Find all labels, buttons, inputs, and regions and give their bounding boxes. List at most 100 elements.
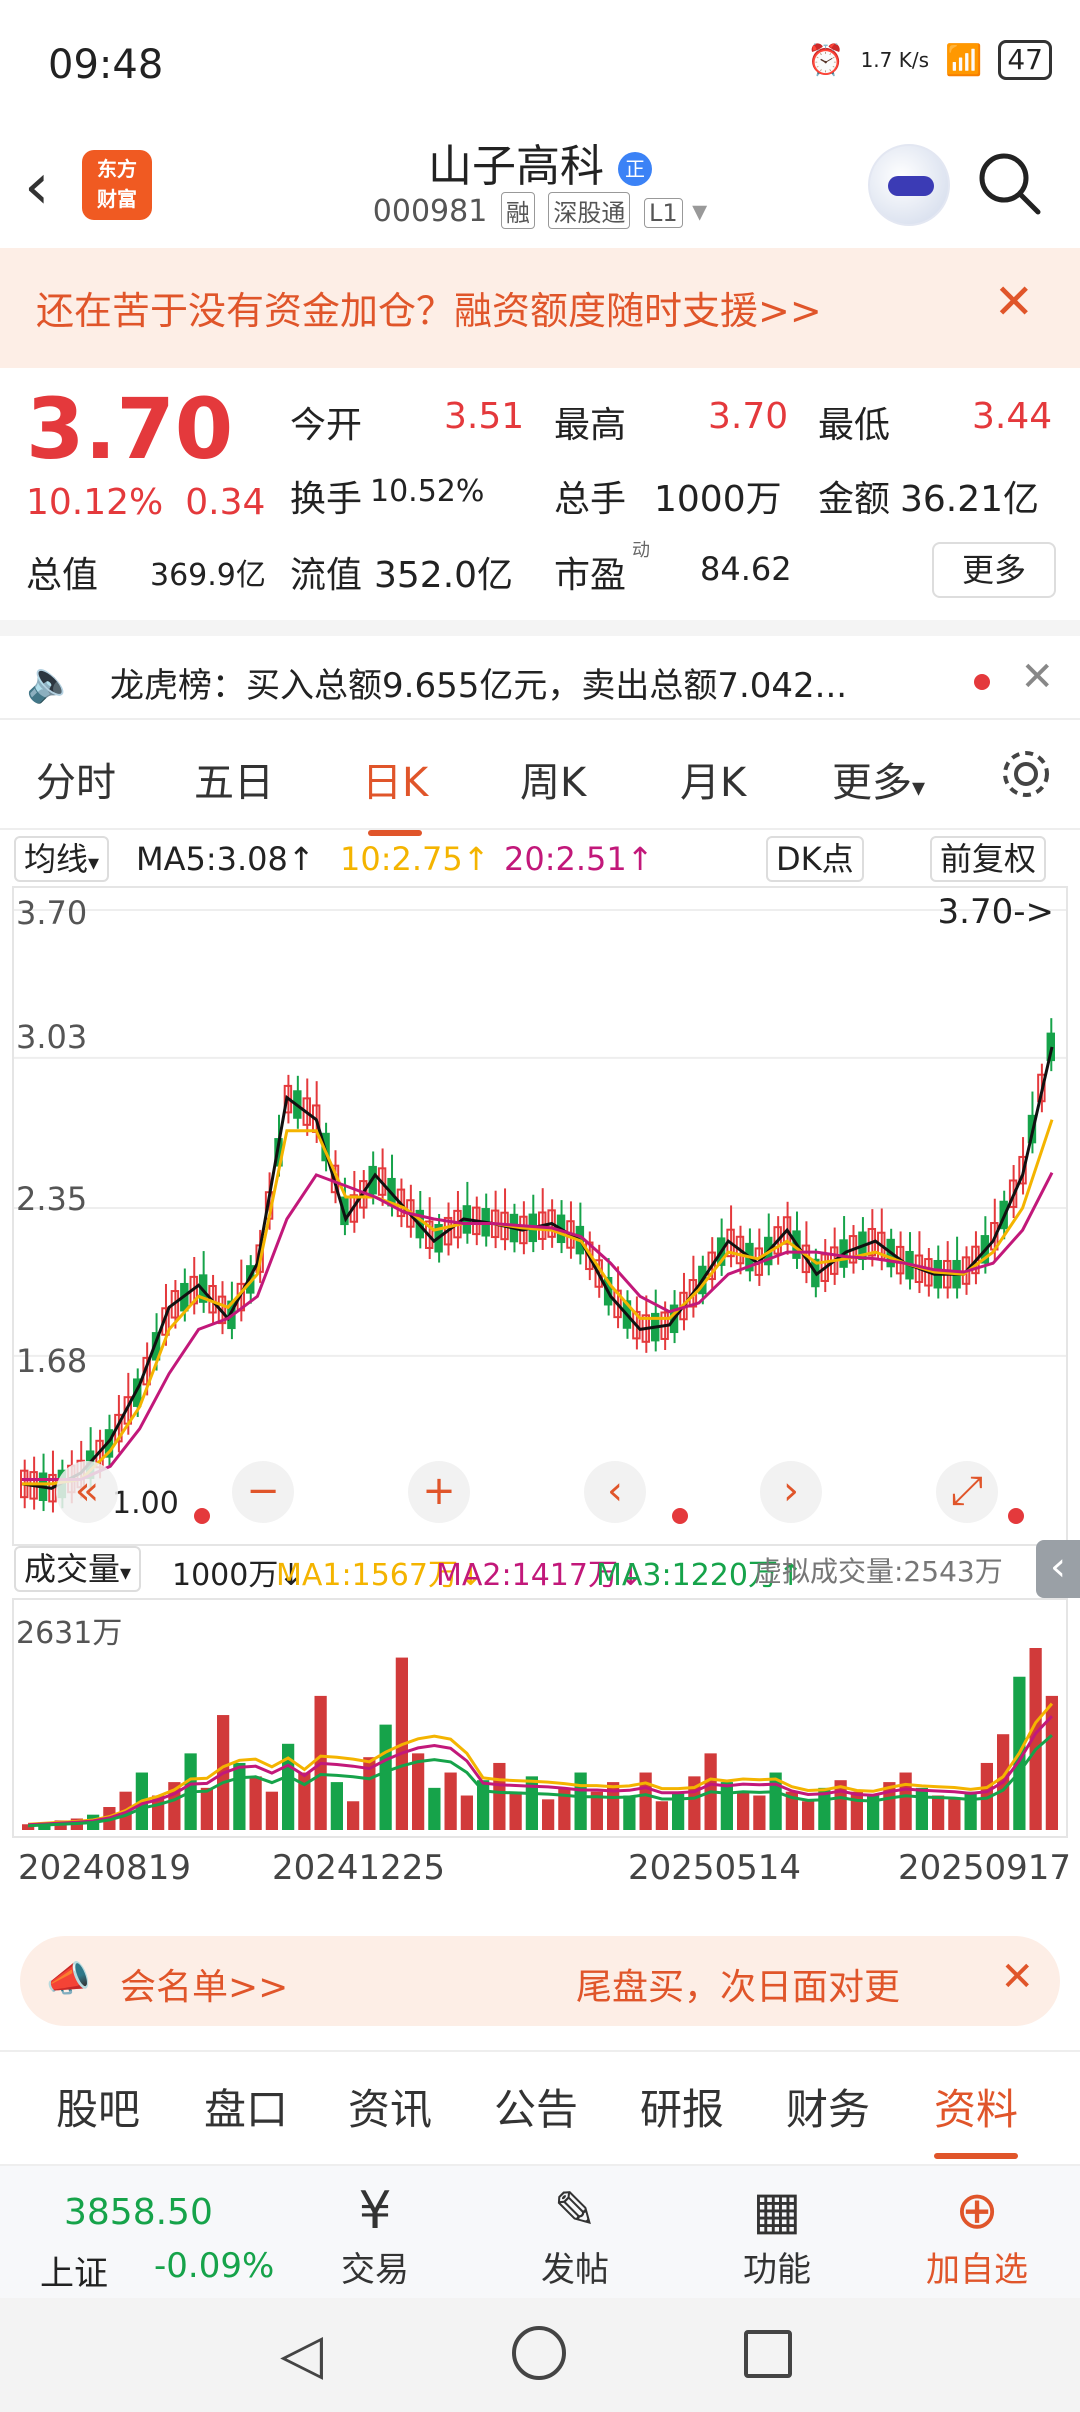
- stock-code: 000981: [372, 194, 488, 229]
- tab-intraday[interactable]: 分时: [36, 750, 116, 808]
- tab-forum[interactable]: 股吧: [56, 2076, 140, 2137]
- tab-orderbook[interactable]: 盘口: [204, 2076, 288, 2137]
- close-icon[interactable]: ✕: [1000, 1954, 1034, 2000]
- volume-bar: [249, 1776, 262, 1830]
- close-icon[interactable]: ✕: [1020, 654, 1054, 700]
- promo-right-text: 尾盘买，次日面对更: [576, 1967, 901, 2008]
- amount-label: 金额: [818, 479, 891, 520]
- chevron-right-icon[interactable]: ›: [760, 1461, 822, 1523]
- volume-ma-line-1: [28, 1702, 1054, 1826]
- tab-weekly-k[interactable]: 周K: [520, 750, 586, 808]
- tab-monthly-k[interactable]: 月K: [680, 750, 746, 808]
- add-watchlist-button[interactable]: ⊕ 加自选: [912, 2180, 1042, 2291]
- volume-bar: [265, 1791, 278, 1830]
- volume-label: 成交量: [24, 1550, 121, 1588]
- trade-icon: ¥: [358, 2181, 392, 2241]
- ma-selector[interactable]: 均线▾: [14, 836, 110, 882]
- more-button[interactable]: 更多: [932, 542, 1056, 598]
- dragon-tiger-notice[interactable]: 🔈 龙虎榜：买入总额9.655亿元，卖出总额7.042... ✕: [0, 620, 1080, 720]
- close-icon[interactable]: ✕: [994, 274, 1034, 330]
- volume-bar: [948, 1799, 961, 1830]
- ma5-value: MA5:3.08↑: [136, 840, 315, 878]
- banner-text: 还在苦于没有资金加仓？融资额度随时支援>>: [36, 289, 822, 333]
- settings-gear-icon[interactable]: [998, 746, 1054, 802]
- wifi-icon: 📶: [945, 42, 983, 78]
- last-price-marker: 3.70->: [937, 892, 1054, 932]
- price-change: 10.12% 0.34: [26, 482, 265, 523]
- post-button[interactable]: ✎ 发帖: [510, 2180, 640, 2291]
- mcap-value: 369.9亿: [150, 558, 266, 593]
- caret-down-icon: ▾: [88, 851, 100, 876]
- collapse-panel-icon[interactable]: ‹: [1036, 1540, 1080, 1598]
- zoom-in-icon[interactable]: +: [408, 1461, 470, 1523]
- promo-ticker[interactable]: 📣 会名单>> 尾盘买，次日面对更 ✕: [20, 1936, 1060, 2026]
- x-axis-dates: 20240819 20241225 20250514 20250917: [0, 1842, 1080, 1902]
- x-date-label: 20241225: [272, 1848, 446, 1888]
- high-label: 最高: [554, 405, 627, 446]
- tab-profile[interactable]: 资料: [934, 2076, 1019, 2159]
- pe-sup: 动: [632, 540, 650, 561]
- low-price-marker: 1.00: [112, 1486, 179, 1521]
- volume-bar: [720, 1782, 733, 1830]
- speaker-icon: 🔈: [26, 659, 76, 705]
- nav-back-icon[interactable]: ◁: [280, 2322, 323, 2387]
- volume-bar: [347, 1801, 360, 1830]
- tab-more-label: 更多: [832, 760, 912, 806]
- turnover-value: 10.52%: [370, 474, 485, 509]
- kline-svg: [12, 886, 1068, 1546]
- nav-recents-icon[interactable]: [744, 2330, 792, 2378]
- search-icon[interactable]: [974, 148, 1044, 218]
- volume-bar: [444, 1772, 457, 1830]
- nav-home-icon[interactable]: [512, 2326, 566, 2380]
- trade-button[interactable]: ¥ 交易: [310, 2180, 440, 2291]
- rewind-icon[interactable]: «: [56, 1461, 118, 1523]
- low-label: 最低: [818, 405, 891, 446]
- volume-max-label: 2631万: [16, 1616, 123, 1651]
- stock-name: 山子高科: [428, 141, 604, 192]
- status-bar: 09:48 ⏰ 1.7 K/s 📶 47: [0, 0, 1080, 130]
- net-speed: 1.7 K/s: [860, 48, 929, 72]
- signal-dot: [672, 1508, 688, 1524]
- volume-bar: [233, 1762, 246, 1830]
- chevron-left-icon[interactable]: ‹: [584, 1461, 646, 1523]
- zoom-out-icon[interactable]: −: [232, 1461, 294, 1523]
- kline-tabs: 分时 五日 日K 周K 月K 更多▾: [0, 720, 1080, 836]
- tab-finance[interactable]: 财务: [786, 2076, 870, 2137]
- volume-chart[interactable]: 2631万: [12, 1598, 1068, 1838]
- volume-bar: [655, 1801, 668, 1830]
- tag-margin: 融: [500, 192, 535, 229]
- virtual-volume: 虚拟成交量:2543万: [754, 1555, 1003, 1588]
- dropdown-icon: ▾: [692, 194, 708, 229]
- kline-chart[interactable]: 3.70 3.03 2.35 1.68 3.70-> 1.00 « − + ‹ …: [12, 886, 1068, 1546]
- volume-ma-line-2: [28, 1715, 1053, 1827]
- financing-banner[interactable]: 还在苦于没有资金加仓？融资额度随时支援>> ✕: [0, 248, 1080, 368]
- alarm-icon: ⏰: [807, 42, 845, 78]
- volume-bar: [964, 1791, 977, 1830]
- tab-news[interactable]: 资讯: [348, 2076, 432, 2137]
- high-value: 3.70: [708, 396, 789, 437]
- tab-daily-k[interactable]: 日K: [362, 750, 428, 836]
- tab-research[interactable]: 研报: [640, 2076, 724, 2137]
- dk-point-button[interactable]: DK点: [766, 836, 864, 882]
- tab-more[interactable]: 更多▾: [832, 750, 925, 808]
- tab-announcements[interactable]: 公告: [494, 2076, 578, 2137]
- volume-selector[interactable]: 成交量▾: [14, 1546, 142, 1592]
- fullscreen-icon[interactable]: ⤢: [936, 1461, 998, 1523]
- volume-bar: [412, 1753, 425, 1830]
- ma20-value: 20:2.51↑: [504, 840, 654, 878]
- adjust-button[interactable]: 前复权: [930, 836, 1047, 882]
- tag-level: L1: [643, 198, 683, 228]
- index-value[interactable]: 3858.50: [64, 2192, 213, 2233]
- x-date-label: 20240819: [18, 1848, 192, 1888]
- signal-dot: [1008, 1508, 1024, 1524]
- status-time: 09:48: [48, 42, 164, 88]
- trade-label: 交易: [341, 2250, 409, 2290]
- y-tick-label: 1.68: [16, 1342, 88, 1380]
- volume-bar: [623, 1795, 636, 1830]
- tab-five-day[interactable]: 五日: [194, 750, 274, 808]
- assistant-robot-icon[interactable]: [868, 144, 950, 226]
- change-pct: 10.12%: [26, 482, 164, 523]
- last-price: 3.70: [26, 380, 234, 478]
- function-button[interactable]: ▦ 功能: [712, 2180, 842, 2291]
- volume-bar: [915, 1787, 928, 1830]
